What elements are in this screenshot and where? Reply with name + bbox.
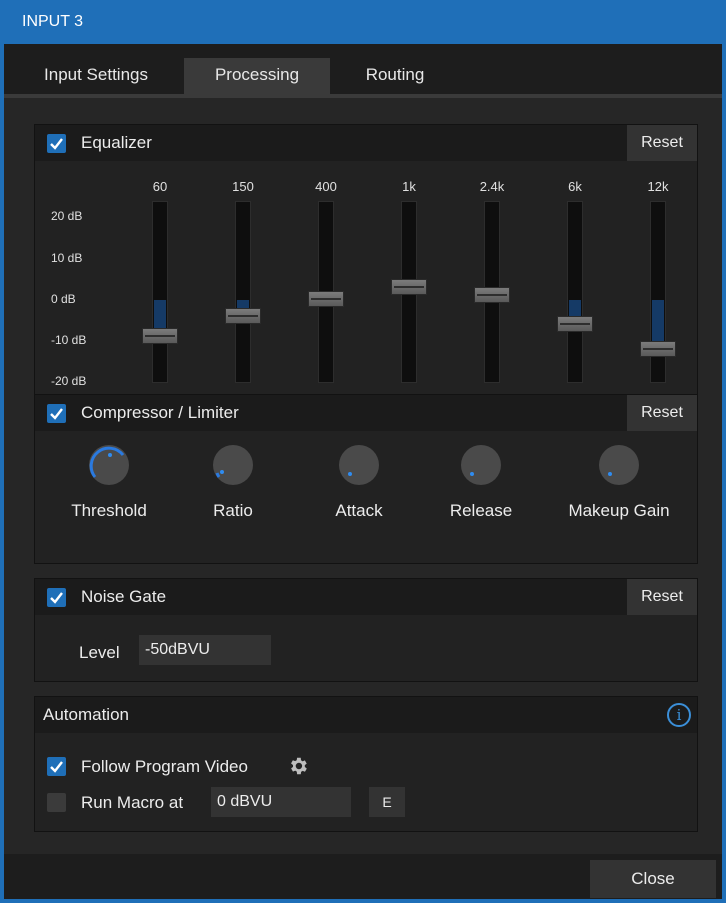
eq-slider-thumb[interactable] (640, 340, 676, 357)
eq-freq-label: 60 (152, 179, 168, 194)
noise-gate-title: Noise Gate (81, 587, 167, 606)
eq-slider-thumb[interactable] (474, 286, 510, 303)
eq-freq-label: 12k (647, 179, 669, 194)
attack-label: Attack (335, 501, 383, 520)
equalizer-title: Equalizer (81, 133, 152, 152)
knob-arc (215, 470, 224, 478)
equalizer-panel: Equalizer Reset 20 dB 10 dB 0 dB -10 dB … (34, 124, 698, 396)
noise-gate-checkbox[interactable] (47, 588, 66, 607)
compressor-reset-button[interactable]: Reset (627, 395, 697, 431)
footer-bar: Close (4, 854, 722, 899)
threshold-knob[interactable] (89, 445, 129, 485)
equalizer-checkbox[interactable] (47, 134, 66, 153)
makeup-gain-label: Makeup Gain (568, 501, 670, 520)
noise-gate-panel: Noise Gate Reset Level -50dBVU (34, 578, 698, 682)
compressor-header: Compressor / Limiter Reset (35, 395, 697, 431)
check-icon (50, 761, 63, 773)
knob-arc (470, 472, 474, 476)
eq-freq-label: 1k (402, 179, 416, 194)
equalizer-header: Equalizer Reset (35, 125, 697, 161)
automation-title: Automation (43, 705, 129, 724)
attack-knob[interactable] (339, 445, 379, 485)
makeup-gain-knob[interactable] (599, 445, 639, 485)
knob-arc (608, 472, 612, 476)
ratio-label: Ratio (213, 501, 253, 520)
noise-gate-level-input[interactable]: -50dBVU (139, 635, 271, 665)
db-label: 10 dB (51, 251, 83, 265)
eq-slider-thumb[interactable] (225, 307, 261, 324)
input-settings-window: INPUT 3 Input Settings Processing Routin… (0, 0, 726, 903)
compressor-panel: Compressor / Limiter Reset Threshold Rat… (34, 394, 698, 564)
eq-freq-label: 150 (232, 179, 254, 194)
follow-program-video-label: Follow Program Video (81, 757, 248, 776)
db-label: -20 dB (51, 374, 87, 388)
eq-slider-thumb[interactable] (391, 278, 427, 295)
info-icon[interactable]: i (667, 703, 691, 727)
window-title: INPUT 3 (0, 0, 726, 44)
knob-arc (89, 446, 125, 478)
processing-content: Equalizer Reset 20 dB 10 dB 0 dB -10 dB … (4, 98, 722, 854)
tab-input-settings[interactable]: Input Settings (18, 58, 174, 94)
eq-freq-label: 400 (315, 179, 337, 194)
check-icon (50, 592, 63, 604)
follow-program-video-checkbox[interactable] (47, 757, 66, 776)
run-macro-label: Run Macro at (81, 793, 184, 812)
threshold-label: Threshold (71, 501, 147, 520)
automation-header: Automation i (35, 697, 697, 733)
db-label: -10 dB (51, 333, 87, 347)
noise-gate-header: Noise Gate Reset (35, 579, 697, 615)
close-button[interactable]: Close (590, 860, 716, 898)
eq-slider-thumb[interactable] (308, 291, 344, 307)
eq-freq-label: 6k (568, 179, 582, 194)
run-macro-edit-button[interactable]: E (369, 787, 405, 817)
tab-bar: Input Settings Processing Routing (4, 44, 722, 94)
equalizer-body: 20 dB 10 dB 0 dB -10 dB -20 dB 60 150 400 1… (35, 161, 697, 395)
eq-freq-label: 2.4k (479, 179, 505, 194)
tab-routing[interactable]: Routing (340, 58, 450, 94)
noise-gate-level-label: Level (79, 643, 120, 662)
check-icon (50, 408, 63, 420)
release-label: Release (449, 501, 513, 520)
run-macro-checkbox[interactable] (47, 793, 66, 812)
equalizer-reset-button[interactable]: Reset (627, 125, 697, 161)
eq-slider-track[interactable] (567, 201, 583, 383)
release-knob[interactable] (461, 445, 501, 485)
compressor-checkbox[interactable] (47, 404, 66, 423)
knob-arc (348, 472, 352, 476)
eq-slider-track[interactable] (152, 201, 168, 383)
automation-panel: Automation i Follow Program Video Run Ma… (34, 696, 698, 832)
eq-slider-thumb[interactable] (142, 328, 178, 345)
check-icon (50, 138, 63, 150)
db-label: 0 dB (51, 292, 76, 306)
tab-processing[interactable]: Processing (184, 58, 330, 94)
run-macro-level-input[interactable]: 0 dBVU (211, 787, 351, 817)
compressor-title: Compressor / Limiter (81, 403, 239, 422)
noise-gate-reset-button[interactable]: Reset (627, 579, 697, 615)
gear-icon[interactable] (287, 755, 309, 777)
eq-slider-thumb[interactable] (557, 315, 593, 332)
ratio-knob[interactable] (213, 445, 253, 485)
eq-slider-track[interactable] (235, 201, 251, 383)
db-label: 20 dB (51, 209, 83, 223)
